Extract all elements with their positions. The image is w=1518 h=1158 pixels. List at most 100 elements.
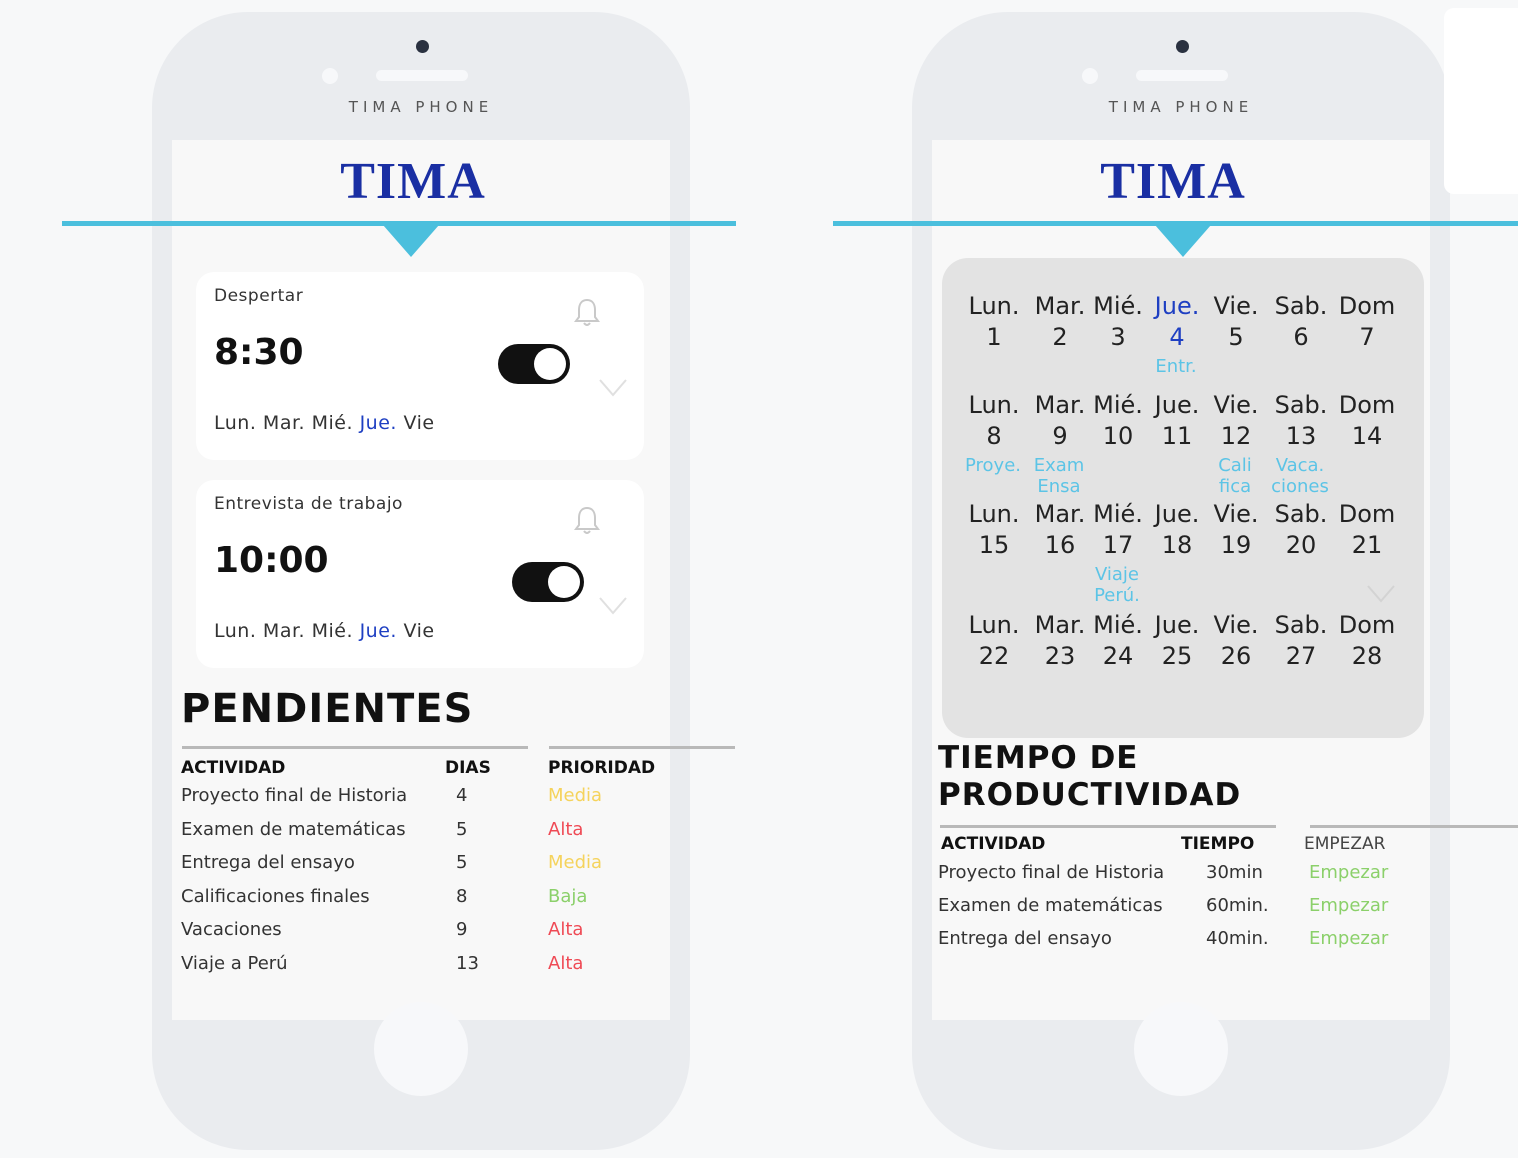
pendientes-title: PENDIENTES [181,686,474,732]
alarm-days[interactable]: Lun. Mar. Mié. Jue. Vie [214,412,435,434]
app-title: TIMA [1100,153,1246,210]
cell-prioridad: Baja [548,885,588,907]
day-jue[interactable]: Jue. [360,620,397,642]
calendar-date[interactable]: 18 [1146,531,1208,559]
alarm-card[interactable]: Entrevista de trabajo 10:00 Lun. Mar. Mi… [196,480,644,668]
productividad-title-line1: TIEMPO DE [938,740,1139,776]
calendar-date[interactable]: 17 [1087,531,1149,559]
calendar-date[interactable]: 7 [1336,323,1398,351]
chevron-down-icon[interactable] [598,378,628,398]
calendar-event[interactable]: Cali fica [1205,455,1265,497]
cell-actividad: Entrega del ensayo [938,928,1112,949]
day-vie[interactable]: Vie [404,620,435,642]
calendar-day-label: Dom [1338,500,1396,528]
home-button[interactable] [1134,1002,1228,1096]
empezar-button[interactable]: Empezar [1309,862,1388,883]
calendar-day-label: Lun. [968,292,1020,320]
app-title: TIMA [340,153,486,210]
day-mar[interactable]: Mar. [263,620,305,642]
calendar-date[interactable]: 19 [1205,531,1267,559]
day-mie[interactable]: Mié. [312,412,353,434]
cell-actividad: Examen de matemáticas [938,895,1163,916]
calendar-day-label: Sab. [1274,391,1328,419]
calendar-day-label: Dom [1338,611,1396,639]
calendar-date[interactable]: 1 [963,323,1025,351]
calendar-date[interactable]: 20 [1270,531,1332,559]
calendar-day-label: Mié. [1093,391,1143,419]
day-lun[interactable]: Lun. [214,620,256,642]
alarm-label: Despertar [214,286,304,306]
calendar-event[interactable]: Viaje Perú. [1087,564,1147,606]
calendar-date[interactable]: 14 [1336,422,1398,450]
calendar-date[interactable]: 24 [1087,642,1149,670]
calendar-date[interactable]: 2 [1029,323,1091,351]
col-actividad: ACTIVIDAD [181,758,286,778]
empezar-button[interactable]: Empezar [1309,928,1388,949]
calendar-event[interactable]: Entr. [1146,356,1206,377]
cell-actividad: Vacaciones [181,919,282,940]
day-lun[interactable]: Lun. [214,412,256,434]
calendar-day-label: Mié. [1093,611,1143,639]
day-mie[interactable]: Mié. [312,620,353,642]
cell-actividad: Entrega del ensayo [181,852,355,873]
calendar-date[interactable]: 16 [1029,531,1091,559]
alarm-card[interactable]: Despertar 8:30 Lun. Mar. Mié. Jue. Vie [196,272,644,460]
cell-actividad: Proyecto final de Historia [181,785,408,806]
calendar-date[interactable]: 9 [1029,422,1091,450]
chevron-down-icon[interactable] [1366,584,1396,604]
calendar-day-label: Sab. [1274,292,1328,320]
calendar-event[interactable]: Proye. [963,455,1023,476]
toggle-knob [548,566,580,598]
header-pointer [383,225,439,257]
day-mar[interactable]: Mar. [263,412,305,434]
front-camera [416,40,429,53]
alarm-time[interactable]: 10:00 [214,540,329,581]
cell-prioridad: Alta [548,818,584,840]
calendar-date[interactable]: 4 [1146,323,1208,351]
proximity-sensor [1082,68,1098,84]
alarm-toggle[interactable] [498,344,570,384]
bell-icon[interactable] [574,504,600,536]
chevron-down-icon[interactable] [598,596,628,616]
cell-prioridad: Media [548,785,603,806]
calendar-day-label: Mar. [1034,292,1086,320]
calendar-date[interactable]: 21 [1336,531,1398,559]
table-divider [549,746,735,749]
calendar-date[interactable]: 28 [1336,642,1398,670]
calendar-date[interactable]: 26 [1205,642,1267,670]
calendar-date[interactable]: 12 [1205,422,1267,450]
cell-tiempo: 60min. [1206,895,1269,916]
alarm-time[interactable]: 8:30 [214,332,304,373]
calendar-date[interactable]: 3 [1087,323,1149,351]
calendar-event[interactable]: Vaca. ciones [1270,455,1330,497]
calendar-date[interactable]: 13 [1270,422,1332,450]
calendar-day-label: Vie. [1213,500,1259,528]
calendar-date[interactable]: 6 [1270,323,1332,351]
alarm-days[interactable]: Lun. Mar. Mié. Jue. Vie [214,620,435,642]
cell-actividad: Examen de matemáticas [181,818,406,840]
cell-actividad: Calificaciones finales [181,885,370,907]
calendar-date[interactable]: 25 [1146,642,1208,670]
alarm-toggle[interactable] [512,562,584,602]
day-jue[interactable]: Jue. [360,412,397,434]
day-vie[interactable]: Vie [404,412,435,434]
calendar-date[interactable]: 23 [1029,642,1091,670]
calendar-date[interactable]: 8 [963,422,1025,450]
calendar-event[interactable]: Exam Ensa [1029,455,1089,497]
calendar-day-label: Mié. [1093,292,1143,320]
productividad-title: TIEMPO DE PRODUCTIVIDAD [938,740,1241,814]
bell-icon[interactable] [574,296,600,328]
calendar-date[interactable]: 10 [1087,422,1149,450]
empezar-button[interactable]: Empezar [1309,895,1388,916]
calendar-date[interactable]: 15 [963,531,1025,559]
col-empezar: EMPEZAR [1304,834,1386,854]
cell-actividad: Viaje a Perú [181,952,288,974]
calendar-date[interactable]: 22 [963,642,1025,670]
calendar-day-label: Mar. [1034,611,1086,639]
calendar-date[interactable]: 27 [1270,642,1332,670]
cell-dias: 5 [456,852,468,873]
calendar-date[interactable]: 11 [1146,422,1208,450]
calendar-date[interactable]: 5 [1205,323,1267,351]
home-button[interactable] [374,1002,468,1096]
phone-brand-label: TIMA PHONE [1108,98,1254,116]
